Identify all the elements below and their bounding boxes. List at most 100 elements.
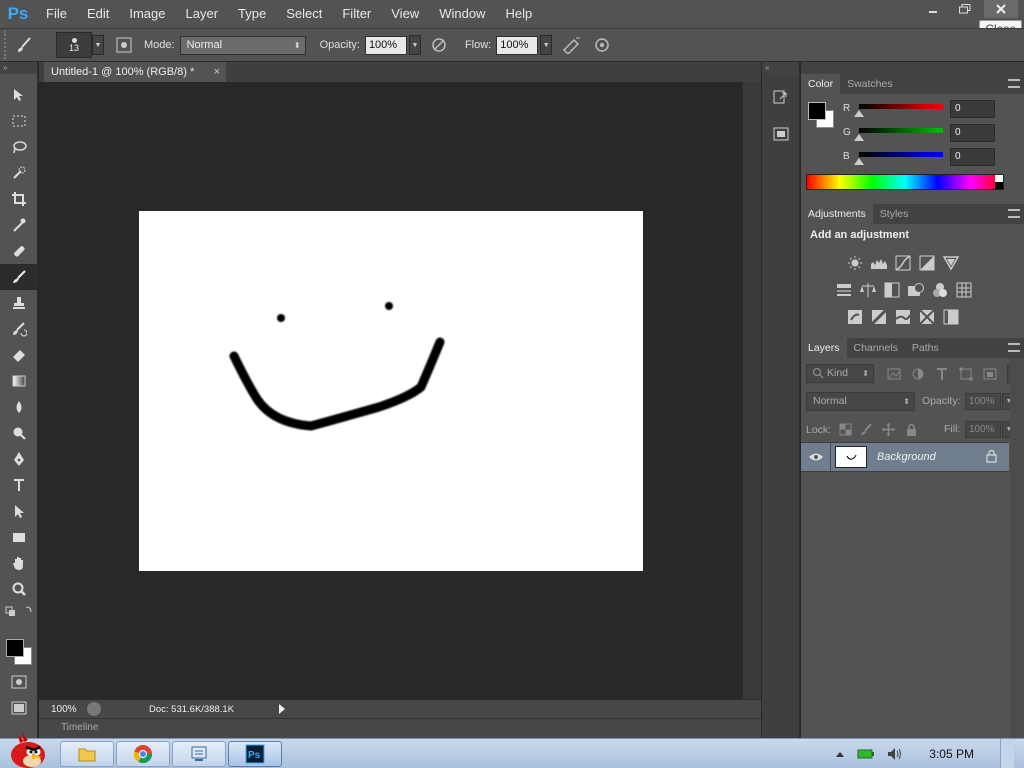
history-panel-button[interactable] bbox=[762, 84, 800, 112]
document-canvas[interactable] bbox=[139, 211, 643, 571]
type-filter-icon[interactable] bbox=[935, 367, 949, 381]
tool-preset-picker[interactable] bbox=[12, 33, 36, 57]
color-spectrum[interactable] bbox=[806, 174, 1004, 190]
tab-paths[interactable]: Paths bbox=[905, 338, 946, 358]
brush-preset-dropdown[interactable]: ▼ bbox=[92, 35, 104, 55]
path-select-tool[interactable] bbox=[0, 498, 38, 524]
black-white-icon[interactable] bbox=[883, 281, 901, 299]
color-foreground-swatch[interactable] bbox=[808, 102, 826, 120]
panel-menu-icon[interactable] bbox=[1008, 209, 1020, 218]
brush-preset-picker[interactable]: 13 bbox=[56, 32, 92, 58]
color-balance-icon[interactable] bbox=[859, 281, 877, 299]
menu-help[interactable]: Help bbox=[495, 0, 542, 28]
lock-pixels-icon[interactable] bbox=[860, 423, 873, 436]
status-menu-arrow-icon[interactable] bbox=[279, 704, 285, 714]
tab-channels[interactable]: Channels bbox=[847, 338, 905, 358]
selective-color-icon[interactable] bbox=[942, 308, 960, 326]
menu-window[interactable]: Window bbox=[429, 0, 495, 28]
flow-dropdown[interactable]: ▼ bbox=[540, 35, 553, 55]
red-slider[interactable]: R 0 bbox=[843, 98, 1021, 122]
gradient-map-icon[interactable] bbox=[918, 308, 936, 326]
green-knob[interactable] bbox=[854, 134, 864, 141]
red-bar[interactable] bbox=[859, 104, 943, 109]
zoom-level[interactable]: 100% bbox=[39, 704, 79, 715]
taskbar-explorer[interactable] bbox=[60, 741, 114, 767]
layer-row-background[interactable]: Background bbox=[801, 442, 1009, 472]
battery-icon[interactable] bbox=[857, 748, 875, 760]
gradient-tool[interactable] bbox=[0, 368, 38, 394]
green-slider[interactable]: G 0 bbox=[843, 122, 1021, 146]
tab-layers[interactable]: Layers bbox=[801, 338, 847, 358]
layer-name[interactable]: Background bbox=[877, 451, 936, 463]
layers-scrollbar[interactable] bbox=[1010, 358, 1024, 752]
tab-styles[interactable]: Styles bbox=[873, 204, 916, 224]
smart-object-filter-icon[interactable] bbox=[983, 367, 997, 381]
strip-collapse[interactable]: « bbox=[762, 62, 799, 74]
mode-select[interactable]: Normal ⬍ bbox=[179, 35, 306, 55]
minimize-button[interactable] bbox=[920, 0, 946, 18]
red-value[interactable]: 0 bbox=[950, 100, 995, 118]
eraser-tool[interactable] bbox=[0, 342, 38, 368]
lock-position-icon[interactable] bbox=[882, 423, 895, 436]
black-white-swatch[interactable] bbox=[995, 175, 1003, 189]
marquee-tool[interactable] bbox=[0, 108, 38, 134]
quick-select-tool[interactable] bbox=[0, 160, 38, 186]
tools-panel-collapse[interactable]: » bbox=[0, 62, 37, 74]
menu-select[interactable]: Select bbox=[276, 0, 332, 28]
properties-panel-button[interactable] bbox=[762, 120, 800, 148]
menu-layer[interactable]: Layer bbox=[176, 0, 229, 28]
document-tab[interactable]: Untitled-1 @ 100% (RGB/8) * × bbox=[44, 62, 226, 82]
tab-adjustments[interactable]: Adjustments bbox=[801, 204, 873, 224]
blur-tool[interactable] bbox=[0, 394, 38, 420]
vibrance-icon[interactable] bbox=[942, 254, 960, 272]
lock-transparent-icon[interactable] bbox=[839, 423, 852, 436]
opacity-input[interactable]: 100% bbox=[364, 35, 407, 55]
history-brush-tool[interactable] bbox=[0, 316, 38, 342]
fill-input[interactable]: 100% bbox=[965, 421, 1001, 438]
brush-panel-toggle[interactable] bbox=[112, 33, 136, 57]
color-lookup-icon[interactable] bbox=[955, 281, 973, 299]
brush-tool[interactable] bbox=[0, 264, 38, 290]
close-button[interactable] bbox=[984, 0, 1018, 18]
airbrush-button[interactable] bbox=[560, 33, 584, 57]
layer-filter-kind[interactable]: Kind ⬍ bbox=[806, 364, 874, 383]
hand-tool[interactable] bbox=[0, 550, 38, 576]
blend-mode-select[interactable]: Normal ⬍ bbox=[806, 392, 915, 411]
taskbar-photoshop[interactable]: Ps bbox=[228, 741, 282, 767]
exposure-icon[interactable] bbox=[918, 254, 936, 272]
menu-image[interactable]: Image bbox=[119, 0, 175, 28]
eyedropper-tool[interactable] bbox=[0, 212, 38, 238]
default-colors-button[interactable] bbox=[0, 602, 38, 620]
menu-filter[interactable]: Filter bbox=[332, 0, 381, 28]
show-desktop-button[interactable] bbox=[1000, 739, 1014, 768]
photo-filter-icon[interactable] bbox=[907, 281, 925, 299]
close-tab-icon[interactable]: × bbox=[214, 62, 220, 82]
clock-time[interactable]: 3:05 PM bbox=[929, 747, 974, 761]
crop-tool[interactable] bbox=[0, 186, 38, 212]
menu-view[interactable]: View bbox=[381, 0, 429, 28]
layer-opacity-input[interactable]: 100% bbox=[965, 393, 1001, 410]
brightness-contrast-icon[interactable] bbox=[846, 254, 864, 272]
pressure-opacity-button[interactable] bbox=[427, 33, 451, 57]
pen-tool[interactable] bbox=[0, 446, 38, 472]
red-knob[interactable] bbox=[854, 110, 864, 117]
pixel-filter-icon[interactable] bbox=[887, 367, 901, 381]
invert-icon[interactable] bbox=[846, 308, 864, 326]
threshold-icon[interactable] bbox=[894, 308, 912, 326]
taskbar-network[interactable] bbox=[172, 741, 226, 767]
levels-icon[interactable] bbox=[870, 254, 888, 272]
lasso-tool[interactable] bbox=[0, 134, 38, 160]
foreground-color-swatch[interactable] bbox=[6, 639, 24, 657]
quick-mask-button[interactable] bbox=[0, 669, 38, 695]
opacity-dropdown[interactable]: ▼ bbox=[408, 35, 421, 55]
pressure-size-button[interactable] bbox=[590, 33, 614, 57]
menu-edit[interactable]: Edit bbox=[77, 0, 119, 28]
panel-menu-icon[interactable] bbox=[1008, 343, 1020, 352]
restore-button[interactable] bbox=[952, 0, 978, 18]
options-grip[interactable] bbox=[4, 31, 12, 59]
start-button[interactable] bbox=[4, 731, 48, 768]
status-share-icon[interactable] bbox=[87, 702, 101, 716]
dodge-tool[interactable] bbox=[0, 420, 38, 446]
posterize-icon[interactable] bbox=[870, 308, 888, 326]
panel-menu-icon[interactable] bbox=[1008, 79, 1020, 88]
